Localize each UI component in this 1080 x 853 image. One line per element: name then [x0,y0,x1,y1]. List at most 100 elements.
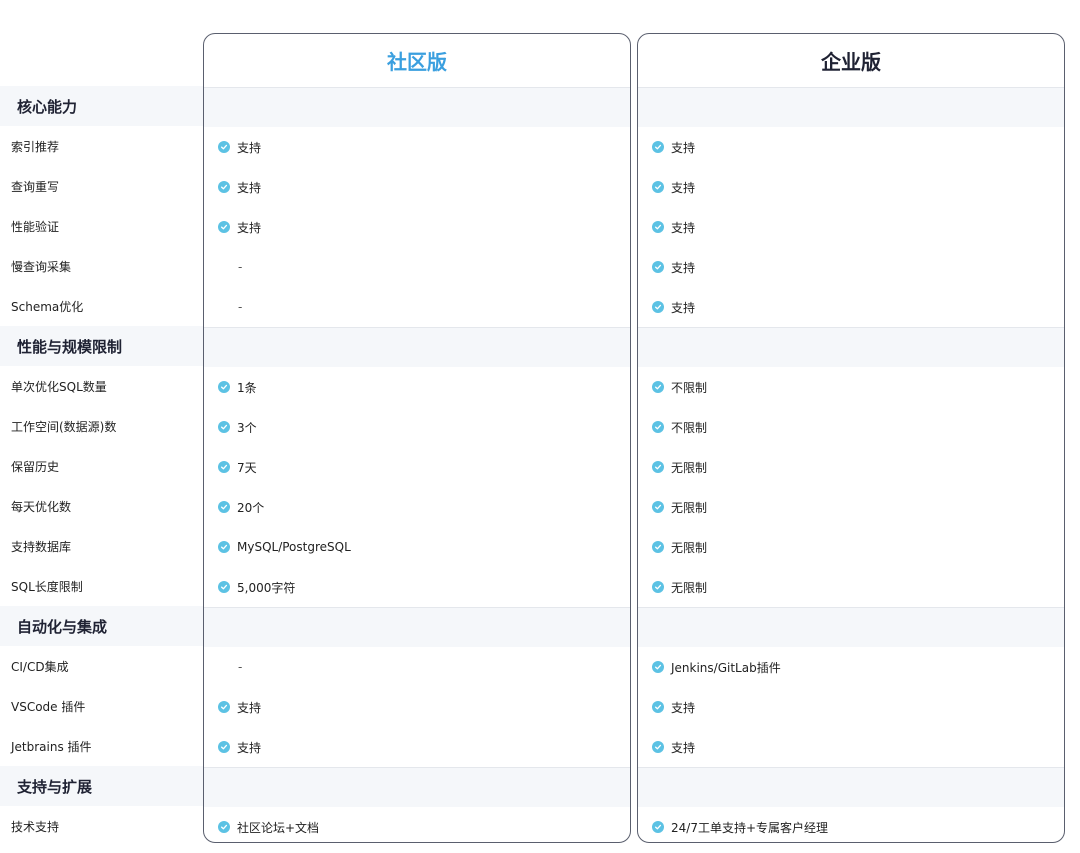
community-cell-dash: - [238,660,243,674]
feature-label: SQL长度限制 [11,579,83,594]
enterprise-cell: Jenkins/GitLab插件 [652,647,781,687]
enterprise-cell-text: 无限制 [671,580,708,595]
enterprise-cell-text: 无限制 [671,460,708,475]
check-circle-icon [652,541,664,553]
community-cell-text: 3个 [237,420,257,435]
section-band [638,767,1064,807]
community-cell-text: 支持 [237,700,262,715]
check-circle-icon [218,581,230,593]
check-circle-icon [218,501,230,513]
community-cell: - [218,247,242,287]
community-cell: MySQL/PostgreSQL [218,527,351,567]
enterprise-cell: 支持 [652,247,695,287]
check-circle-icon [218,741,230,753]
check-circle-icon [652,701,664,713]
section-title: 性能与规模限制 [0,326,203,366]
community-cell-text: 支持 [237,180,262,195]
community-cell-dash: - [238,300,243,314]
enterprise-plan-title: 企业版 [821,50,881,74]
check-circle-icon [652,221,664,233]
check-circle-icon [652,461,664,473]
feature-label: VSCode 插件 [11,699,86,714]
section-band [638,607,1064,647]
enterprise-cell: 不限制 [652,367,707,407]
check-circle-icon [652,581,664,593]
community-cell: 20个 [218,487,264,527]
enterprise-cell: 无限制 [652,447,707,487]
check-circle-icon [652,381,664,393]
section-band [204,607,630,647]
enterprise-cell-text: 24/7工单支持+专属客户经理 [671,820,829,835]
community-cell: 社区论坛+文档 [218,807,320,842]
community-cell-text: 20个 [237,500,265,515]
check-circle-icon [652,141,664,153]
check-circle-icon [652,261,664,273]
enterprise-cell-text: 支持 [671,140,696,155]
enterprise-cell-text: 无限制 [671,540,708,555]
feature-label: 索引推荐 [11,139,60,154]
community-cell: 支持 [218,207,261,247]
community-cell: 支持 [218,687,261,727]
enterprise-cell: 支持 [652,167,695,207]
enterprise-cell-text: 支持 [671,180,696,195]
community-cell-text: 1条 [237,380,257,395]
enterprise-cell-text: 支持 [671,740,696,755]
community-cell-text: 5,000字符 [237,580,296,595]
community-cell-text: 7天 [237,460,257,475]
community-cell-text: 支持 [237,740,262,755]
community-cell: 1条 [218,367,257,407]
feature-label: 查询重写 [11,179,60,194]
enterprise-cell-text: 支持 [671,260,696,275]
community-cell-dash: - [238,260,243,274]
section-title: 自动化与集成 [0,606,203,646]
check-circle-icon [218,821,230,833]
community-cell: 支持 [218,167,261,207]
check-circle-icon [218,461,230,473]
feature-label: Jetbrains 插件 [11,739,92,754]
enterprise-cell: 无限制 [652,487,707,527]
community-cell: 7天 [218,447,257,487]
enterprise-cell: 24/7工单支持+专属客户经理 [652,807,829,842]
enterprise-cell-text: 不限制 [671,420,708,435]
community-cell: 支持 [218,727,261,767]
check-circle-icon [218,181,230,193]
section-title: 核心能力 [0,86,203,126]
enterprise-plan-column: 企业版 支持 支持 支持 支持 支持 不限制 不限制 无限制 无限制 无限制 无限制 Jenkins/… [637,33,1065,843]
check-circle-icon [652,301,664,313]
feature-labels-column: 核心能力 索引推荐 查询重写 性能验证 慢查询采集 Schema优化 性能与规模限制 单次优化… [0,0,203,853]
section-band [638,87,1064,127]
enterprise-cell-text: 支持 [671,300,696,315]
community-cell-text: 社区论坛+文档 [237,820,320,835]
section-band [204,327,630,367]
community-cell: - [218,647,242,687]
community-cell-text: 支持 [237,140,262,155]
check-circle-icon [652,821,664,833]
community-cell: 支持 [218,127,261,167]
enterprise-cell: 支持 [652,687,695,727]
check-circle-icon [218,421,230,433]
feature-label: 支持数据库 [11,539,72,554]
enterprise-cell: 无限制 [652,527,707,567]
feature-label: Schema优化 [11,299,84,314]
community-plan-column: 社区版 支持 支持 支持 - -1条 3个 7天 20个 MySQL/PostgreSQL 5,0… [203,33,631,843]
section-band [204,87,630,127]
community-cell: 5,000字符 [218,567,295,607]
enterprise-cell-text: 不限制 [671,380,708,395]
feature-label: 单次优化SQL数量 [11,379,107,394]
check-circle-icon [218,381,230,393]
enterprise-cell: 支持 [652,727,695,767]
feature-label: 工作空间(数据源)数 [11,419,117,434]
enterprise-cell-text: Jenkins/GitLab插件 [671,660,781,675]
enterprise-cell: 支持 [652,127,695,167]
check-circle-icon [218,701,230,713]
check-circle-icon [652,661,664,673]
check-circle-icon [218,221,230,233]
community-cell-text: MySQL/PostgreSQL [237,540,351,554]
community-cell: - [218,287,242,327]
enterprise-cell-text: 无限制 [671,500,708,515]
feature-label: 技术支持 [11,819,60,834]
check-circle-icon [218,141,230,153]
section-title: 支持与扩展 [0,766,203,806]
community-cell-text: 支持 [237,220,262,235]
check-circle-icon [652,421,664,433]
